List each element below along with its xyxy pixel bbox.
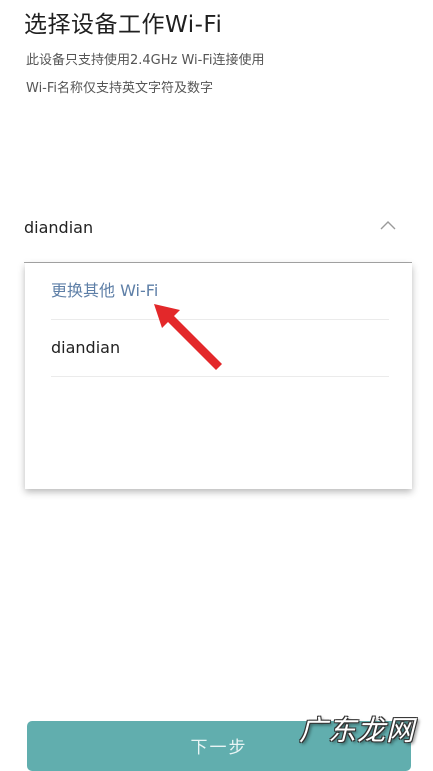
switch-wifi-label: 更换其他 Wi-Fi: [51, 281, 159, 300]
selected-wifi-name: diandian: [24, 218, 94, 237]
description-line-2: Wi-Fi名称仅支持英文字符及数字: [26, 81, 214, 96]
watermark-logo: 广东龙网: [299, 714, 416, 747]
wifi-dropdown: 更换其他 Wi-Fi diandian: [25, 263, 412, 489]
chevron-up-icon[interactable]: [380, 220, 396, 230]
red-arrow-icon: [154, 304, 222, 370]
description-line-1: 此设备只支持使用2.4GHz Wi-Fi连接使用: [26, 53, 265, 68]
page-title: 选择设备工作Wi-Fi: [24, 12, 223, 38]
wifi-option-label: diandian: [51, 338, 121, 357]
wifi-select[interactable]: diandian: [24, 206, 412, 263]
